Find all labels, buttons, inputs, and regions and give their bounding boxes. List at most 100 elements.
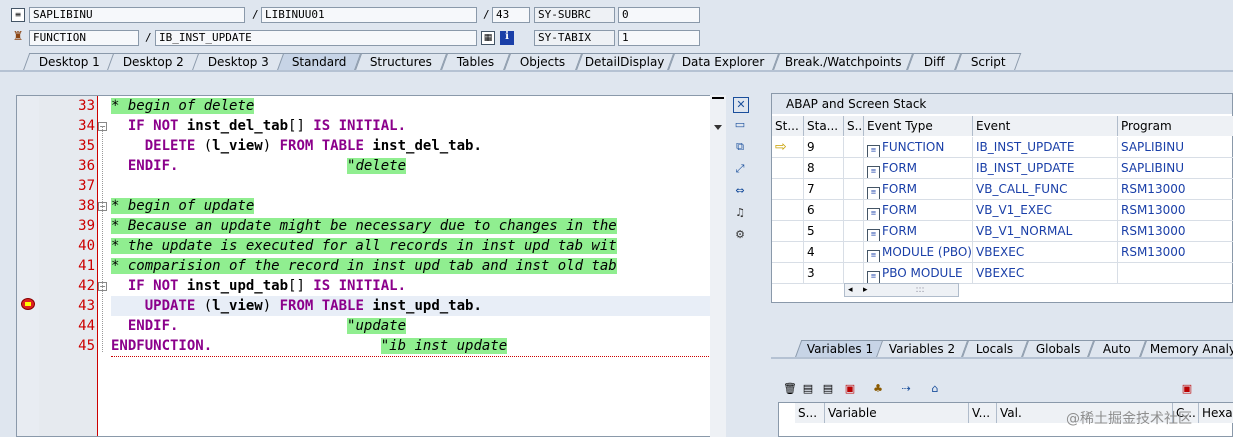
- stack-status-cell[interactable]: [772, 200, 804, 221]
- line-field[interactable]: 43: [492, 7, 530, 23]
- stack-status-cell[interactable]: ⇨: [772, 137, 804, 158]
- stack-s-cell[interactable]: [844, 200, 864, 221]
- tab-script[interactable]: Script: [954, 53, 1022, 71]
- stack-s-cell[interactable]: [844, 158, 864, 179]
- swap-tool-icon[interactable]: ⧉: [733, 140, 747, 154]
- stack-event-cell[interactable]: VBEXEC: [973, 263, 1118, 284]
- stack-event-cell[interactable]: IB_INST_UPDATE: [973, 137, 1118, 158]
- stack-hscroll[interactable]: ◂ ▸ :::: [844, 283, 959, 297]
- tab-variables-1[interactable]: Variables 1: [794, 340, 886, 358]
- scroll-grip[interactable]: :::: [885, 284, 955, 296]
- hierarchy-icon[interactable]: ♣: [871, 382, 885, 396]
- tab-desktop-1[interactable]: Desktop 1: [22, 53, 117, 71]
- stack-event-cell[interactable]: VB_V1_EXEC: [973, 200, 1118, 221]
- code-line[interactable]: * begin of delete: [111, 96, 711, 116]
- code-line[interactable]: ENDIF. "update: [111, 316, 711, 336]
- stack-level-cell[interactable]: 5: [804, 221, 844, 242]
- settings-tool-icon[interactable]: ⚙: [733, 228, 747, 242]
- col-program[interactable]: Program: [1118, 116, 1233, 136]
- stack-status-cell[interactable]: [772, 221, 804, 242]
- maximize-tool-icon[interactable]: ⤢: [733, 162, 747, 176]
- tab-diff[interactable]: Diff: [906, 53, 962, 71]
- stack-program-cell[interactable]: RSM13000: [1118, 221, 1233, 242]
- breakpoint-gutter[interactable]: [17, 96, 40, 436]
- delete-variable-icon[interactable]: 🗑: [783, 382, 797, 396]
- vcol-hex[interactable]: Hexad: [1199, 403, 1233, 423]
- stack-event-type-cell[interactable]: ≡ FORM: [864, 179, 973, 200]
- new-tool-icon[interactable]: ▭: [733, 118, 747, 132]
- code-line[interactable]: * the update is executed for all records…: [111, 236, 711, 256]
- tab-structures[interactable]: Structures: [354, 53, 448, 71]
- source-code-editor[interactable]: 33 34 35 36 37 38 39 40 41 42 43 44 45 * begin of de…: [16, 95, 712, 437]
- stack-s-cell[interactable]: [844, 221, 864, 242]
- stack-s-cell[interactable]: [844, 263, 864, 284]
- tag-icon[interactable]: ⌂: [928, 382, 942, 396]
- code-line[interactable]: * begin of update −: [98, 196, 711, 216]
- col-s[interactable]: S...: [844, 116, 864, 136]
- col-event-type[interactable]: Event Type: [864, 116, 973, 136]
- tabix-value[interactable]: 1: [618, 30, 700, 46]
- stack-program-cell[interactable]: SAPLIBINU: [1118, 137, 1233, 158]
- stack-event-type-cell[interactable]: ≡ FORM: [864, 200, 973, 221]
- stack-event-cell[interactable]: VB_V1_NORMAL: [973, 221, 1118, 242]
- code-line[interactable]: * Because an update might be necessary d…: [111, 216, 711, 236]
- code-line[interactable]: ENDIF. "delete: [111, 156, 711, 176]
- vcol-variable[interactable]: Variable: [825, 403, 969, 423]
- code-area[interactable]: * begin of delete IF NOT inst_del_tab[] …: [97, 96, 711, 436]
- stack-s-cell[interactable]: [844, 179, 864, 200]
- stack-event-type-cell[interactable]: ≡ FORM: [864, 221, 973, 242]
- tab-detail-display[interactable]: DetailDisplay: [575, 53, 675, 71]
- tab-desktop-2[interactable]: Desktop 2: [106, 53, 201, 71]
- tab-variables-2[interactable]: Variables 2: [875, 340, 969, 358]
- scroll-left-icon[interactable]: ◂: [848, 284, 853, 296]
- stack-event-type-cell[interactable]: ≡ FUNCTION: [864, 137, 973, 158]
- display-object-icon[interactable]: ▦: [481, 31, 495, 45]
- event-name-field[interactable]: IB_INST_UPDATE: [155, 30, 477, 46]
- headset-tool-icon[interactable]: ♫: [733, 206, 747, 220]
- stack-level-cell[interactable]: 7: [804, 179, 844, 200]
- tab-auto[interactable]: Auto: [1087, 340, 1147, 358]
- stack-level-cell[interactable]: 6: [804, 200, 844, 221]
- editor-scrollbar[interactable]: [710, 95, 726, 437]
- stack-level-cell[interactable]: 9: [804, 137, 844, 158]
- stack-s-cell[interactable]: [844, 137, 864, 158]
- code-line[interactable]: UPDATE (l_view) FROM TABLE inst_upd_tab.: [111, 296, 711, 316]
- stack-status-cell[interactable]: [772, 179, 804, 200]
- stack-program-cell[interactable]: SAPLIBINU: [1118, 158, 1233, 179]
- export-icon[interactable]: ▤: [821, 382, 835, 396]
- tab-break-watchpoints[interactable]: Break./Watchpoints: [772, 53, 914, 71]
- scroll-down-icon[interactable]: [714, 125, 722, 130]
- stack-event-cell[interactable]: VBEXEC: [973, 242, 1118, 263]
- stack-level-cell[interactable]: 4: [804, 242, 844, 263]
- fit-width-tool-icon[interactable]: ⇔: [733, 184, 747, 198]
- scroll-right-icon[interactable]: ▸: [863, 284, 868, 296]
- current-line-breakpoint-icon[interactable]: [21, 298, 35, 310]
- stack-level-cell[interactable]: 8: [804, 158, 844, 179]
- tab-globals[interactable]: Globals: [1021, 340, 1095, 358]
- stack-event-cell[interactable]: IB_INST_UPDATE: [973, 158, 1118, 179]
- tab-memory-analysis[interactable]: Memory Analy: [1139, 340, 1233, 358]
- navigate-icon[interactable]: ⇢: [899, 382, 913, 396]
- tab-desktop-3[interactable]: Desktop 3: [191, 53, 286, 71]
- stack-event-type-cell[interactable]: ≡ MODULE (PBO): [864, 242, 973, 263]
- stack-program-cell[interactable]: RSM13000: [1118, 242, 1233, 263]
- save-icon[interactable]: ▣: [1180, 382, 1194, 396]
- stack-event-cell[interactable]: VB_CALL_FUNC: [973, 179, 1118, 200]
- vcol-s[interactable]: S...: [795, 403, 825, 423]
- stack-program-cell[interactable]: [1118, 263, 1233, 284]
- scroll-up-icon[interactable]: [712, 97, 724, 105]
- code-line[interactable]: [111, 176, 711, 196]
- stack-s-cell[interactable]: [844, 242, 864, 263]
- code-line[interactable]: ENDFUNCTION. "ib inst update: [111, 336, 711, 357]
- code-line[interactable]: IF NOT inst_upd_tab[] IS INITIAL. −: [98, 276, 711, 296]
- tab-objects[interactable]: Objects: [503, 53, 583, 71]
- close-tool-icon[interactable]: ✕: [733, 97, 749, 113]
- tab-locals[interactable]: Locals: [961, 340, 1029, 358]
- event-type-field[interactable]: FUNCTION: [29, 30, 139, 46]
- tab-data-explorer[interactable]: Data Explorer: [667, 53, 780, 71]
- col-stack-level[interactable]: Sta...: [804, 116, 844, 136]
- col-status[interactable]: St...: [772, 116, 804, 136]
- subrc-value[interactable]: 0: [618, 7, 700, 23]
- stack-level-cell[interactable]: 3: [804, 263, 844, 284]
- stack-event-type-cell[interactable]: ≡ PBO MODULE: [864, 263, 973, 284]
